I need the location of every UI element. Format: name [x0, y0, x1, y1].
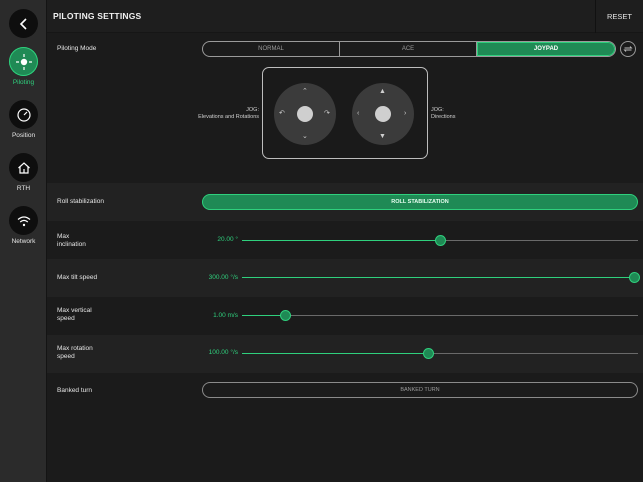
max-rotation-speed-slider[interactable]	[242, 348, 638, 359]
right-stick: ▲ ▼ ‹ ›	[352, 83, 414, 145]
triangle-down-icon: ▼	[379, 133, 386, 140]
slider-fill	[242, 277, 634, 278]
piloting-mode-selector: NORMAL ACE JOYPAD	[202, 41, 616, 57]
triangle-up-icon: ▲	[379, 88, 386, 95]
roll-stabilization-label: Roll stabilization	[57, 198, 104, 205]
sidebar-item-label: RTH	[16, 185, 31, 192]
slider-value: 1.00 m/s	[213, 312, 238, 319]
banked-turn-label: Banked turn	[57, 387, 93, 394]
chevron-up-icon: ⌃	[302, 88, 308, 95]
rotate-left-icon: ↶	[279, 110, 285, 117]
banked-turn-row: Banked turn BANKED TURN	[47, 373, 643, 411]
banked-turn-toggle[interactable]: BANKED TURN	[202, 382, 638, 398]
right-stick-knob	[375, 106, 391, 122]
swap-icon	[623, 46, 633, 52]
gauge-icon	[9, 100, 38, 129]
slider-fill	[242, 353, 429, 354]
header: PILOTING SETTINGS RESET	[47, 0, 643, 33]
roll-stabilization-toggle[interactable]: ROLL STABILIZATION	[202, 194, 638, 210]
piloting-mode-label: Piloting Mode	[57, 45, 97, 52]
swap-sticks-button[interactable]	[620, 41, 636, 57]
slider-value: 20.00 °	[217, 236, 238, 243]
slider-thumb[interactable]	[628, 272, 640, 283]
left-stick-knob	[297, 106, 313, 122]
piloting-mode-row: Piloting Mode NORMAL ACE JOYPAD JOG: Ele…	[47, 33, 643, 183]
slider-row: Max tilt speed 300.00 °/s	[47, 259, 643, 297]
slider-thumb[interactable]	[434, 235, 446, 246]
right-jog-label: JOG: Directions	[431, 107, 456, 120]
roll-stabilization-row: Roll stabilization ROLL STABILIZATION	[47, 183, 643, 221]
max-tilt-speed-slider[interactable]	[242, 272, 640, 283]
slider-row: Max vertical speed 1.00 m/s	[47, 297, 643, 335]
slider-value: 100.00 °/s	[208, 349, 238, 356]
piloting-icon	[9, 47, 38, 76]
slider-fill	[242, 315, 286, 316]
slider-thumb[interactable]	[280, 310, 292, 321]
home-icon	[9, 153, 38, 182]
chevron-right-icon: ›	[404, 110, 407, 117]
mode-option-joypad[interactable]: JOYPAD	[477, 42, 615, 56]
slider-row: Max rotation speed 100.00 °/s	[47, 335, 643, 373]
sidebar-item-label: Position	[11, 132, 36, 139]
slider-thumb[interactable]	[422, 348, 434, 359]
slider-label: Max inclination	[57, 233, 86, 248]
reset-button[interactable]: RESET	[595, 0, 643, 33]
sidebar-item-piloting[interactable]: Piloting	[0, 47, 47, 95]
sidebar-item-rth[interactable]: RTH	[0, 153, 47, 201]
slider-row: Max inclination 20.00 °	[47, 221, 643, 259]
sidebar-item-position[interactable]: Position	[0, 100, 47, 148]
mode-option-normal[interactable]: NORMAL	[203, 42, 340, 56]
joystick-diagram: ⌃ ⌄ ↶ ↷ ▲ ▼ ‹ ›	[262, 67, 428, 159]
sidebar: Piloting Position RTH Network	[0, 0, 47, 482]
page-title: PILOTING SETTINGS	[53, 11, 142, 21]
slider-label: Max vertical speed	[57, 307, 92, 322]
slider-label: Max rotation speed	[57, 345, 93, 360]
back-button[interactable]	[9, 9, 38, 38]
mode-option-ace[interactable]: ACE	[340, 42, 477, 56]
slider-value: 300.00 °/s	[208, 274, 238, 281]
rotate-right-icon: ↷	[324, 110, 330, 117]
max-inclination-slider[interactable]	[242, 235, 638, 246]
slider-fill	[242, 240, 440, 241]
left-jog-label: JOG: Elevations and Rotations	[198, 107, 259, 120]
slider-label: Max tilt speed	[57, 274, 98, 281]
chevron-left-icon: ‹	[357, 110, 360, 117]
chevron-left-icon	[19, 17, 27, 30]
left-stick: ⌃ ⌄ ↶ ↷	[274, 83, 336, 145]
sidebar-item-label: Network	[11, 238, 36, 245]
wifi-icon	[9, 206, 38, 235]
max-vertical-speed-slider[interactable]	[242, 310, 638, 321]
chevron-down-icon: ⌄	[302, 133, 308, 140]
sidebar-item-label: Piloting	[12, 79, 35, 86]
sidebar-item-network[interactable]: Network	[0, 206, 47, 254]
